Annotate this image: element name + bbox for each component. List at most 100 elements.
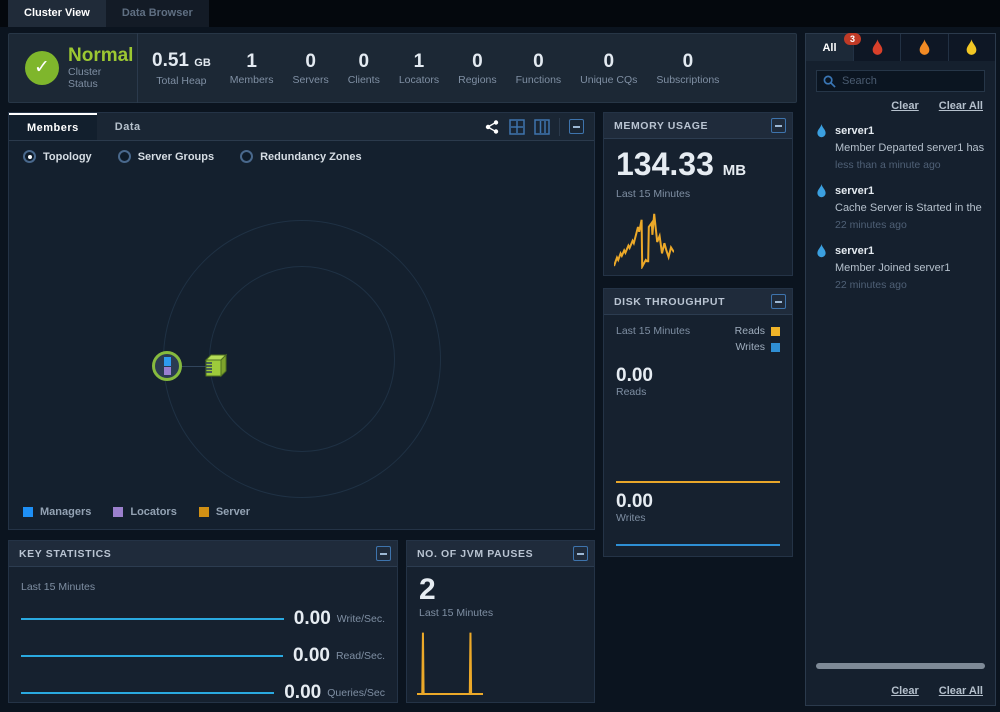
metric-unit: GB xyxy=(194,57,211,69)
alerts-tab-all[interactable]: All 3 xyxy=(806,34,853,61)
memory-period: Last 15 Minutes xyxy=(616,188,780,200)
keystats-row-writes: 0.00 Write/Sec. xyxy=(21,608,385,630)
key-statistics-widget: KEY STATISTICS Last 15 Minutes 0.00 Writ… xyxy=(8,540,398,703)
keystats-period: Last 15 Minutes xyxy=(21,581,385,593)
alert-time: 22 minutes ago xyxy=(835,219,985,231)
radio-server-groups[interactable]: Server Groups xyxy=(118,150,214,163)
writes-swatch xyxy=(771,343,780,352)
alerts-tab-warning[interactable] xyxy=(948,34,995,61)
radio-redundancy-zones[interactable]: Redundancy Zones xyxy=(240,150,361,163)
cluster-status: ✓ Normal Cluster Status xyxy=(9,46,137,90)
server-member-node[interactable] xyxy=(201,353,227,384)
tab-cluster-view[interactable]: Cluster View xyxy=(8,0,106,27)
alert-flame-icon xyxy=(816,184,827,198)
disk-reads-chart-line xyxy=(616,481,780,483)
radio-icon xyxy=(240,150,253,163)
disk-collapse-button[interactable] xyxy=(771,294,786,309)
alert-flame-icon xyxy=(816,244,827,258)
top-tab-bar: Cluster View Data Browser xyxy=(0,0,1000,27)
metric-unique-cqs: 0 Unique CQs xyxy=(580,51,637,86)
legend-locators: Locators xyxy=(113,506,176,518)
jvm-pauses-widget: NO. OF JVM PAUSES 2 Last 15 Minutes xyxy=(406,540,595,703)
locator-manager-node[interactable] xyxy=(152,351,182,381)
severe-flame-icon xyxy=(872,39,882,54)
disk-throughput-widget: DISK THROUGHPUT Last 15 Minutes Reads Wr… xyxy=(603,288,793,557)
topology-inner-ring xyxy=(209,266,395,452)
legend-managers: Managers xyxy=(23,506,91,518)
reads-chart-line xyxy=(21,655,283,657)
alert-item[interactable]: server1 Member Joined server1 22 minutes… xyxy=(816,244,985,291)
view-mode-radios: Topology Server Groups Redundancy Zones xyxy=(9,141,594,172)
clear-link-top[interactable]: Clear xyxy=(891,100,919,112)
disk-writes-label: Writes xyxy=(616,512,653,524)
alert-member: server1 xyxy=(835,185,874,197)
keystats-row-queries: 0.00 Queries/Sec xyxy=(21,682,385,704)
alert-time: less than a minute ago xyxy=(835,159,985,171)
radio-icon xyxy=(118,150,131,163)
memory-sparkline-chart xyxy=(614,209,674,269)
alerts-count-badge: 3 xyxy=(844,33,861,45)
alerts-tab-all-label: All xyxy=(822,42,836,54)
clear-all-link-bottom[interactable]: Clear All xyxy=(939,685,983,697)
disk-reads-value: 0.00 xyxy=(616,365,780,386)
widget-title: NO. OF JVM PAUSES xyxy=(417,548,573,560)
writes-chart-line xyxy=(21,618,284,620)
alerts-panel: All 3 Clear Clear All server1 Member Dep… xyxy=(805,33,996,706)
alert-item[interactable]: server1 Cache Server is Started in the V… xyxy=(816,184,985,231)
disk-legend: Reads Writes xyxy=(735,325,780,357)
clear-all-link-top[interactable]: Clear All xyxy=(939,100,983,112)
alerts-tab-error[interactable] xyxy=(900,34,947,61)
metric-value: 0.51 xyxy=(152,50,189,71)
tab-data[interactable]: Data xyxy=(97,113,159,140)
error-flame-icon xyxy=(920,39,930,54)
members-panel: Members Data Topology Server Groups xyxy=(8,112,595,530)
manager-marker xyxy=(164,357,171,366)
grid-view-icon[interactable] xyxy=(509,119,525,135)
legend-swatch xyxy=(23,507,33,517)
metric-label: Total Heap xyxy=(152,75,211,87)
radio-topology[interactable]: Topology xyxy=(23,150,92,163)
jvm-collapse-button[interactable] xyxy=(573,546,588,561)
alert-member: server1 xyxy=(835,245,874,257)
jvm-period: Last 15 Minutes xyxy=(419,607,582,619)
clear-link-bottom[interactable]: Clear xyxy=(891,685,919,697)
metrics-row: 0.51 GB Total Heap 1 Members 0 Servers 0… xyxy=(138,50,719,87)
radio-label: Server Groups xyxy=(138,151,214,163)
alert-message: Cache Server is Started in the VM xyxy=(835,202,985,214)
topology-legend: Managers Locators Server xyxy=(23,506,250,518)
disk-reads-label: Reads xyxy=(616,386,780,398)
tab-data-browser[interactable]: Data Browser xyxy=(106,0,209,27)
reads-swatch xyxy=(771,327,780,336)
alert-flame-icon xyxy=(816,124,827,138)
warning-flame-icon xyxy=(967,39,977,54)
locator-marker xyxy=(164,367,171,375)
search-icon xyxy=(823,75,836,88)
alerts-horizontal-scrollbar[interactable] xyxy=(816,663,985,669)
widget-title: MEMORY USAGE xyxy=(614,120,771,132)
topology-canvas: Topology Server Groups Redundancy Zones xyxy=(9,141,594,530)
queries-chart-line xyxy=(21,692,274,694)
treemap-view-icon[interactable] xyxy=(534,119,550,135)
members-collapse-button[interactable] xyxy=(569,119,584,134)
members-tabstrip: Members Data xyxy=(9,113,594,141)
alert-item[interactable]: server1 Member Departed server1 has cras… xyxy=(816,124,985,171)
alert-message: Member Departed server1 has crashe... xyxy=(835,142,985,154)
metric-locators: 1 Locators xyxy=(399,51,439,86)
radio-icon xyxy=(23,150,36,163)
radio-label: Redundancy Zones xyxy=(260,151,361,163)
radio-label: Topology xyxy=(43,151,92,163)
metric-total-heap: 0.51 GB Total Heap xyxy=(152,50,211,87)
alerts-search-input[interactable] xyxy=(842,75,978,87)
memory-collapse-button[interactable] xyxy=(771,118,786,133)
tab-members[interactable]: Members xyxy=(9,113,97,140)
keystats-row-reads: 0.00 Read/Sec. xyxy=(21,645,385,667)
widget-title: KEY STATISTICS xyxy=(19,548,376,560)
topology-view-icon[interactable] xyxy=(484,119,500,135)
status-label: Cluster Status xyxy=(68,66,133,90)
metric-subscriptions: 0 Subscriptions xyxy=(656,51,719,86)
keystats-collapse-button[interactable] xyxy=(376,546,391,561)
memory-usage-widget: MEMORY USAGE 134.33 MB Last 15 Minutes xyxy=(603,112,793,276)
alerts-list: server1 Member Departed server1 has cras… xyxy=(806,118,995,291)
memory-value: 134.33 MB xyxy=(616,147,780,188)
disk-writes-chart-line xyxy=(616,544,780,546)
